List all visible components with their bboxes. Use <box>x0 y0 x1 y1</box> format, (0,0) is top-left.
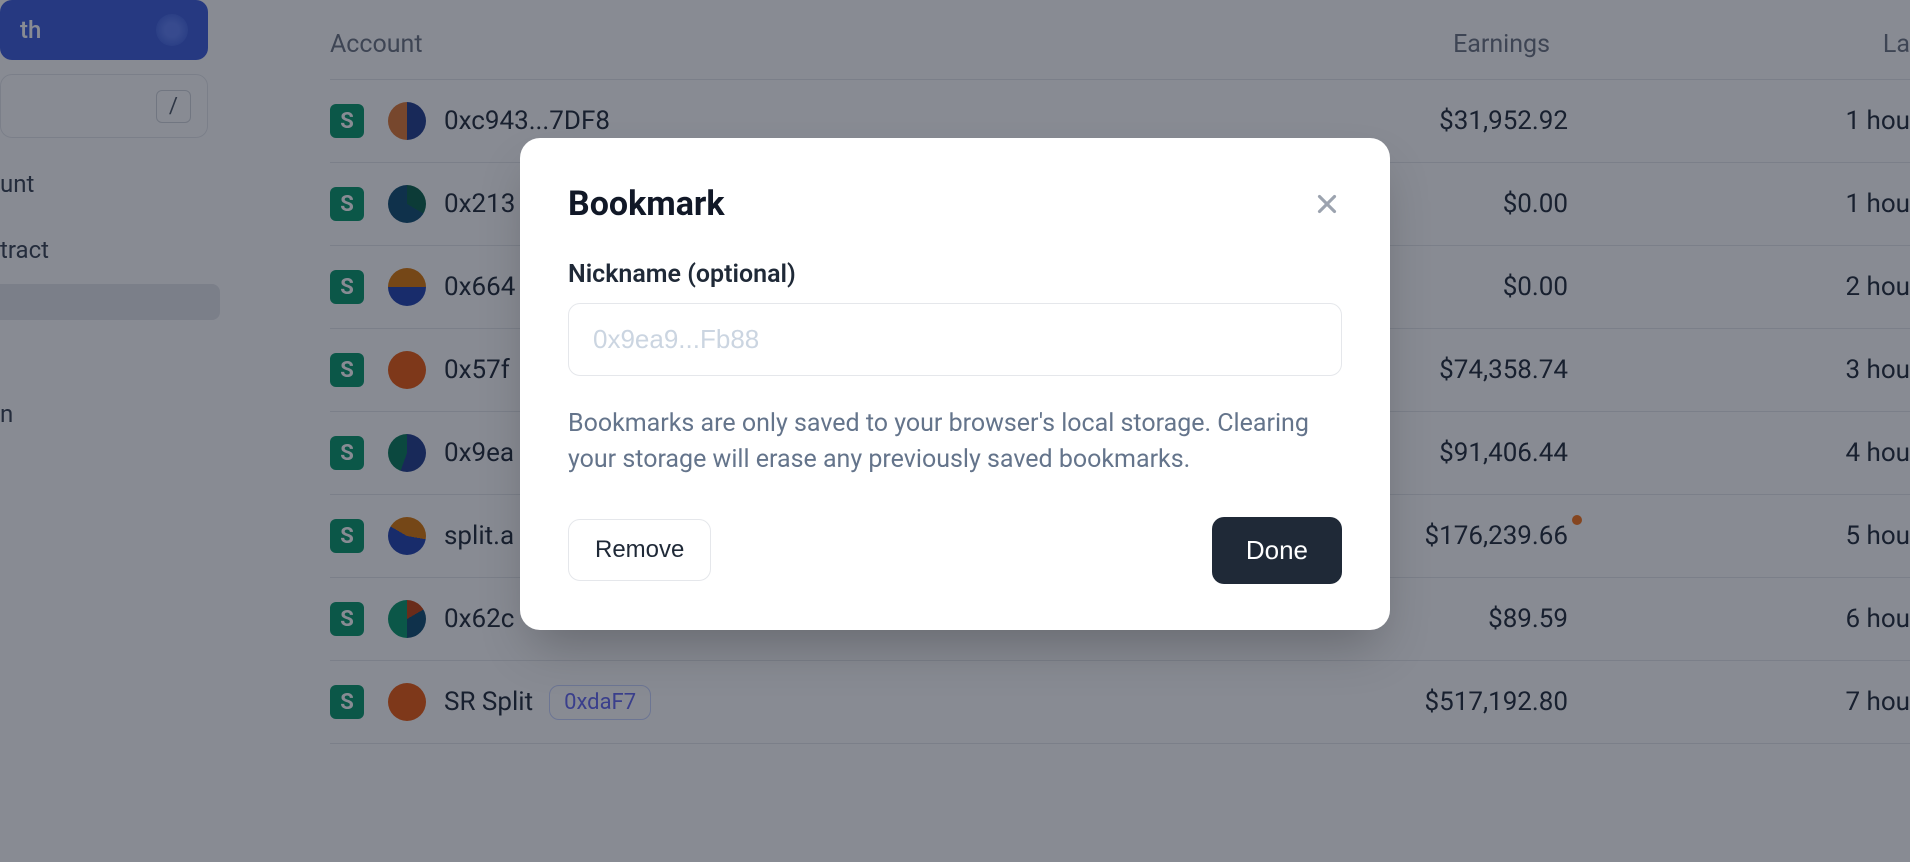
close-icon[interactable] <box>1312 189 1342 219</box>
modal-title: Bookmark <box>568 184 725 224</box>
done-button[interactable]: Done <box>1212 517 1342 584</box>
remove-button[interactable]: Remove <box>568 519 711 581</box>
nickname-label: Nickname (optional) <box>568 260 1342 289</box>
helper-text: Bookmarks are only saved to your browser… <box>568 406 1342 479</box>
modal-overlay[interactable]: Bookmark Nickname (optional) Bookmarks a… <box>0 0 1910 862</box>
bookmark-modal: Bookmark Nickname (optional) Bookmarks a… <box>520 138 1390 630</box>
nickname-input[interactable] <box>568 303 1342 376</box>
